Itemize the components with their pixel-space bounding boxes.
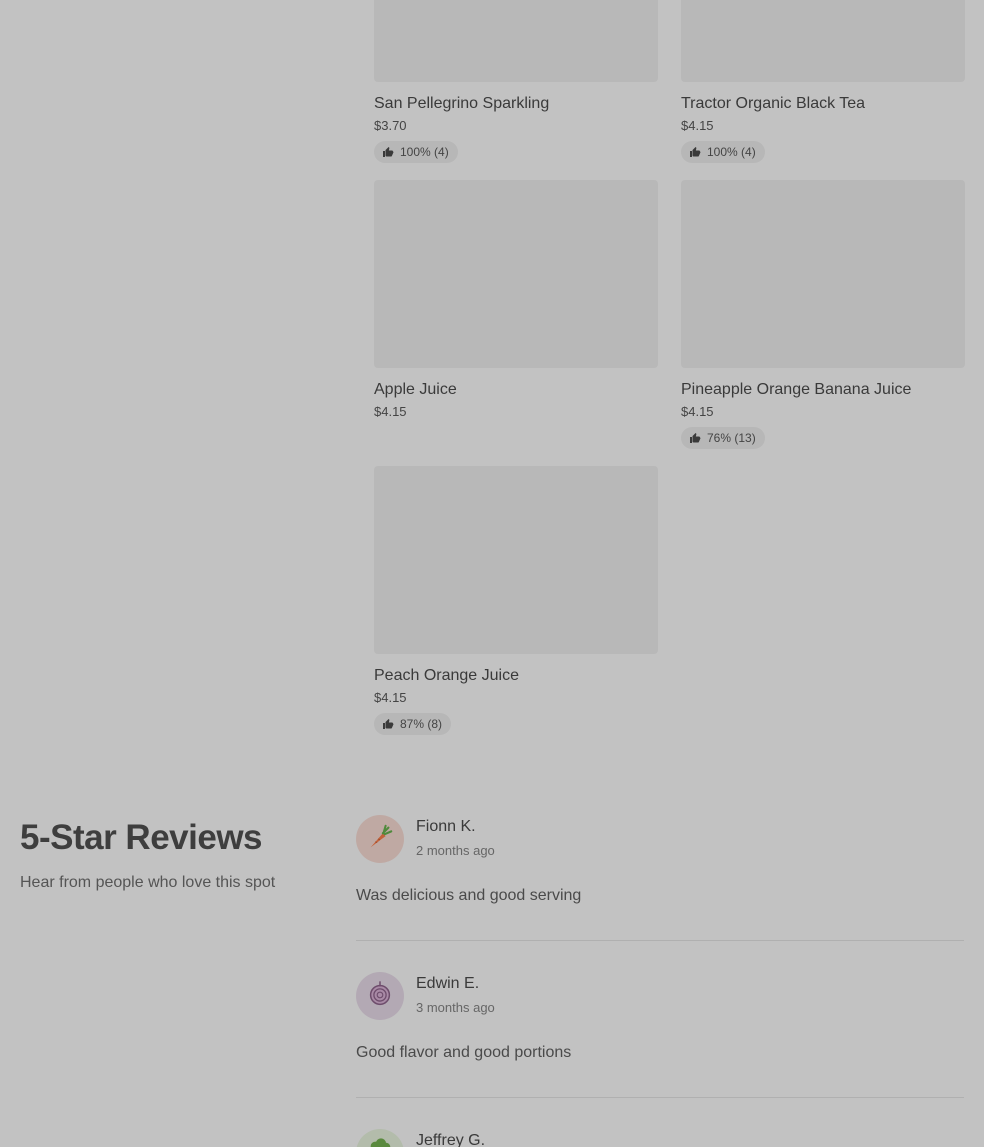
thumbs-up-icon: [382, 146, 394, 158]
item-price: $3.70: [374, 118, 407, 133]
review-time: 2 months ago: [416, 843, 495, 858]
menu-item-card[interactable]: Peach Orange Juice $4.15 87% (8): [374, 466, 658, 735]
item-image[interactable]: [374, 180, 658, 368]
item-image[interactable]: [681, 180, 965, 368]
rating-badge: 76% (13): [681, 427, 765, 449]
rating-badge: 87% (8): [374, 713, 452, 735]
reviews-header: 5-Star Reviews Hear from people who love…: [20, 818, 340, 892]
reviews-title: 5-Star Reviews: [20, 818, 263, 857]
rating-text: 87% (8): [400, 717, 443, 731]
reviewer-info: Fionn K. 2 months ago: [416, 815, 495, 859]
reviewer-name: Fionn K.: [416, 818, 476, 835]
item-name[interactable]: Peach Orange Juice: [374, 666, 658, 686]
reviewer-info: Jeffrey G.: [416, 1129, 485, 1147]
review-item: Jeffrey G.: [356, 1129, 964, 1147]
item-image[interactable]: [681, 0, 965, 82]
review-text: Was delicious and good serving: [356, 887, 582, 904]
menu-item-card[interactable]: Apple Juice $4.15: [374, 180, 658, 421]
thumbs-up-icon: [689, 146, 701, 158]
broccoli-icon: [365, 1136, 395, 1147]
item-price: $4.15: [374, 404, 407, 419]
reviewer-info: Edwin E. 3 months ago: [416, 972, 495, 1016]
item-name[interactable]: Pineapple Orange Banana Juice: [681, 380, 965, 400]
item-name[interactable]: Apple Juice: [374, 380, 658, 400]
item-price: $4.15: [681, 118, 714, 133]
rating-badge: 100% (4): [374, 141, 458, 163]
review-time: 3 months ago: [416, 1000, 495, 1015]
rating-text: 76% (13): [707, 431, 756, 445]
divider: [356, 1097, 964, 1098]
rating-badge: 100% (4): [681, 141, 765, 163]
onion-icon: [365, 979, 395, 1014]
item-name[interactable]: Tractor Organic Black Tea: [681, 94, 965, 114]
menu-item-card[interactable]: Tractor Organic Black Tea $4.15 100% (4): [681, 0, 965, 163]
avatar: [356, 972, 404, 1020]
review-item: Fionn K. 2 months ago Was delicious and …: [356, 815, 964, 907]
divider: [356, 940, 964, 941]
review-item: Edwin E. 3 months ago Good flavor and go…: [356, 972, 964, 1064]
reviews-subtitle: Hear from people who love this spot: [20, 874, 276, 891]
review-text: Good flavor and good portions: [356, 1044, 572, 1061]
carrot-icon: [365, 822, 395, 857]
menu-item-card[interactable]: Pineapple Orange Banana Juice $4.15 76% …: [681, 180, 965, 449]
item-image[interactable]: [374, 466, 658, 654]
avatar: [356, 815, 404, 863]
thumbs-up-icon: [382, 718, 394, 730]
item-image[interactable]: [374, 0, 658, 82]
item-price: $4.15: [374, 690, 407, 705]
rating-text: 100% (4): [707, 145, 756, 159]
reviewer-name: Jeffrey G.: [416, 1132, 486, 1147]
avatar: [356, 1129, 404, 1147]
item-price: $4.15: [681, 404, 714, 419]
thumbs-up-icon: [689, 432, 701, 444]
rating-text: 100% (4): [400, 145, 449, 159]
menu-item-card[interactable]: San Pellegrino Sparkling $3.70 100% (4): [374, 0, 658, 163]
reviewer-name: Edwin E.: [416, 975, 480, 992]
item-name[interactable]: San Pellegrino Sparkling: [374, 94, 658, 114]
